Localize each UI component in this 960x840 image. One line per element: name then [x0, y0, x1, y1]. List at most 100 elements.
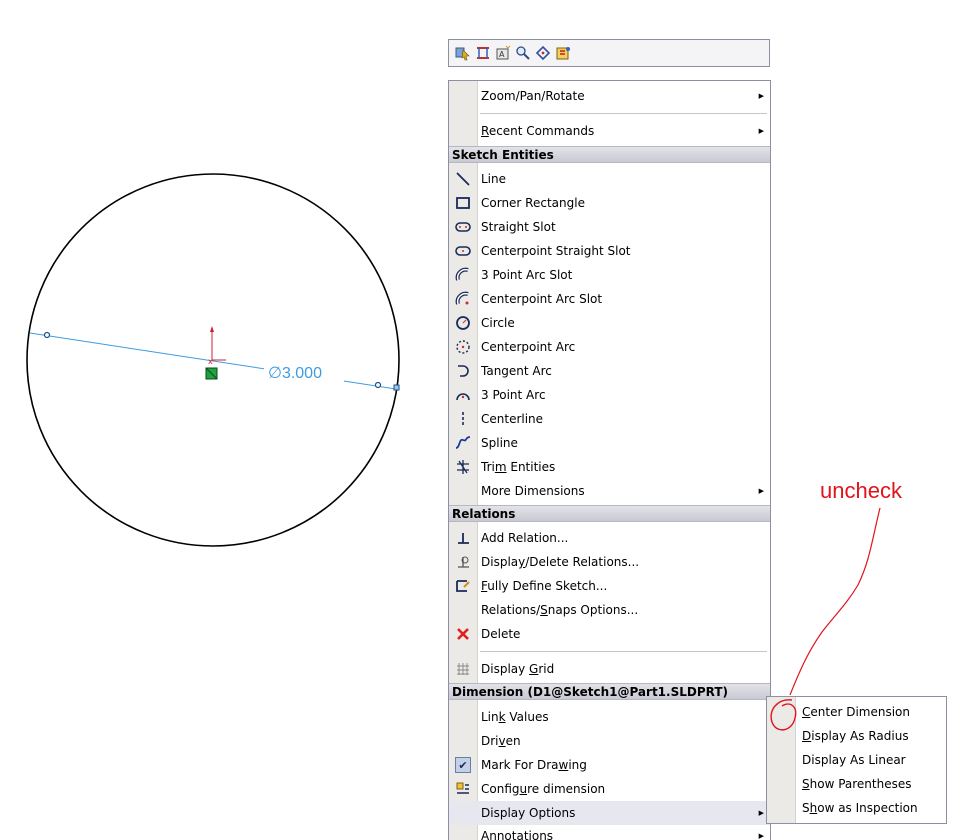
swap-dimension-icon[interactable]	[474, 44, 492, 62]
submenu-arrow-icon: ▶	[758, 832, 764, 840]
menu-item-label: Centerpoint Arc	[481, 340, 576, 354]
menu-item-display-options[interactable]: Display Options ▶	[449, 801, 770, 825]
menu-item-circle[interactable]: Circle	[449, 311, 770, 335]
menu-item-label: Zoom/Pan/Rotate	[481, 89, 585, 103]
menu-item-label: Mark For Drawing	[481, 758, 587, 772]
menu-item-label: Recent Commands	[481, 124, 595, 138]
menu-item-straight-slot[interactable]: Straight Slot	[449, 215, 770, 239]
menu-item-configure-dimension[interactable]: Configure dimension	[449, 777, 770, 801]
submenu-arrow-icon: ▶	[758, 92, 764, 100]
menu-item-fully-define-sketch[interactable]: Fully Define Sketch...	[449, 574, 770, 598]
menu-item-link-values[interactable]: Link Values	[449, 705, 770, 729]
checked-icon[interactable]: ✔	[455, 757, 471, 773]
submenu-item-label: Show Parentheses	[802, 777, 912, 791]
submenu-item-center-dimension[interactable]: Center Dimension	[767, 700, 946, 724]
spline-icon	[454, 434, 472, 452]
menu-item-annotations[interactable]: Annotations ▶	[449, 824, 770, 840]
submenu-arrow-icon: ▶	[758, 809, 764, 817]
menu-item-trim-entities[interactable]: Trim Entities	[449, 455, 770, 479]
menu-item-label: Add Relation...	[481, 531, 569, 545]
menu-item-label: Display Options	[481, 806, 576, 820]
centerpoint-slot-icon	[454, 242, 472, 260]
menu-item-display-grid[interactable]: Display Grid	[449, 657, 770, 681]
menu-item-label: Centerpoint Arc Slot	[481, 292, 603, 306]
menu-item-spline[interactable]: Spline	[449, 431, 770, 455]
submenu-item-label: Center Dimension	[802, 705, 910, 719]
settings-icon[interactable]	[554, 44, 572, 62]
submenu-arrow-icon: ▶	[758, 487, 764, 495]
add-relation-icon	[454, 529, 472, 547]
display-options-submenu: Center Dimension Display As Radius Displ…	[766, 696, 947, 824]
submenu-item-label: Display As Radius	[802, 729, 909, 743]
three-point-arc-icon	[454, 386, 472, 404]
centerline-icon	[454, 410, 472, 428]
configure-icon	[454, 780, 472, 798]
menu-item-recent-commands[interactable]: Recent Commands ▶	[449, 119, 770, 143]
menu-item-label: Straight Slot	[481, 220, 556, 234]
relations-header: Relations	[449, 505, 770, 522]
menu-item-3-point-arc-slot[interactable]: 3 Point Arc Slot	[449, 263, 770, 287]
menu-item-add-relation[interactable]: Add Relation...	[449, 526, 770, 550]
menu-item-centerpoint-arc-slot[interactable]: Centerpoint Arc Slot	[449, 287, 770, 311]
menu-item-tangent-arc[interactable]: Tangent Arc	[449, 359, 770, 383]
menu-item-label: Link Values	[481, 710, 549, 724]
menu-item-label: Configure dimension	[481, 782, 606, 796]
submenu-item-display-as-radius[interactable]: Display As Radius	[767, 724, 946, 748]
submenu-arrow-icon: ▶	[758, 127, 764, 135]
rectangle-icon	[454, 194, 472, 212]
menu-item-centerpoint-straight-slot[interactable]: Centerpoint Straight Slot	[449, 239, 770, 263]
submenu-item-display-as-linear[interactable]: Display As Linear	[767, 748, 946, 772]
grid-icon	[454, 660, 472, 678]
context-menu: Zoom/Pan/Rotate ▶ Recent Commands ▶ Sket…	[448, 80, 771, 840]
menu-item-centerline[interactable]: Centerline	[449, 407, 770, 431]
zoom-icon[interactable]	[514, 44, 532, 62]
annotation-arrow	[789, 507, 881, 696]
straight-slot-icon	[454, 218, 472, 236]
centerpoint-arc-icon	[454, 338, 472, 356]
add-dimension-icon[interactable]: A	[494, 44, 512, 62]
sketch-entities-header: Sketch Entities	[449, 146, 770, 163]
context-toolbar: A	[448, 39, 770, 67]
menu-item-label: Display Grid	[481, 662, 555, 676]
menu-item-label: Circle	[481, 316, 515, 330]
circle-handle[interactable]	[393, 384, 400, 391]
menu-item-zoom-pan-rotate[interactable]: Zoom/Pan/Rotate ▶	[449, 84, 770, 108]
delete-icon	[454, 625, 472, 643]
fully-define-icon	[454, 577, 472, 595]
menu-item-label: More Dimensions	[481, 484, 585, 498]
menu-item-label: Display/Delete Relations...	[481, 555, 640, 569]
tag-icon[interactable]	[534, 44, 552, 62]
menu-item-label: Corner Rectangle	[481, 196, 585, 210]
menu-item-label: Centerpoint Straight Slot	[481, 244, 631, 258]
annotation-text: uncheck	[820, 478, 902, 503]
sketch-canvas[interactable]: ∅3.000 x	[0, 0, 440, 600]
trim-icon	[454, 458, 472, 476]
select-other-icon[interactable]	[454, 44, 472, 62]
submenu-item-show-as-inspection[interactable]: Show as Inspection	[767, 796, 946, 820]
submenu-item-label: Show as Inspection	[802, 801, 918, 815]
menu-item-display-delete-relations[interactable]: Display/Delete Relations...	[449, 550, 770, 574]
dimension-header: Dimension (D1@Sketch1@Part1.SLDPRT)	[449, 683, 770, 700]
menu-item-relations-snaps-options[interactable]: Relations/Snaps Options...	[449, 598, 770, 622]
menu-item-corner-rectangle[interactable]: Corner Rectangle	[449, 191, 770, 215]
submenu-item-label: Display As Linear	[802, 753, 906, 767]
menu-item-delete[interactable]: Delete	[449, 622, 770, 646]
submenu-item-show-parentheses[interactable]: Show Parentheses	[767, 772, 946, 796]
svg-text:A: A	[499, 50, 505, 59]
origin-y-arrow	[210, 326, 214, 332]
display-relations-icon	[454, 553, 472, 571]
dimension-label[interactable]: ∅3.000	[268, 365, 322, 382]
menu-item-line[interactable]: Line	[449, 167, 770, 191]
menu-item-more-dimensions[interactable]: More Dimensions ▶	[449, 479, 770, 503]
menu-item-label: 3 Point Arc	[481, 388, 546, 402]
menu-item-label: Driven	[481, 734, 521, 748]
menu-item-3-point-arc[interactable]: 3 Point Arc	[449, 383, 770, 407]
menu-item-label: 3 Point Arc Slot	[481, 268, 573, 282]
menu-item-centerpoint-arc[interactable]: Centerpoint Arc	[449, 335, 770, 359]
menu-item-mark-for-drawing[interactable]: ✔ Mark For Drawing	[449, 753, 770, 777]
menu-item-driven[interactable]: Driven	[449, 729, 770, 753]
menu-item-label: Centerline	[481, 412, 544, 426]
arc-slot-icon	[454, 266, 472, 284]
origin-marker: x	[208, 357, 213, 366]
menu-item-label: Delete	[481, 627, 521, 641]
